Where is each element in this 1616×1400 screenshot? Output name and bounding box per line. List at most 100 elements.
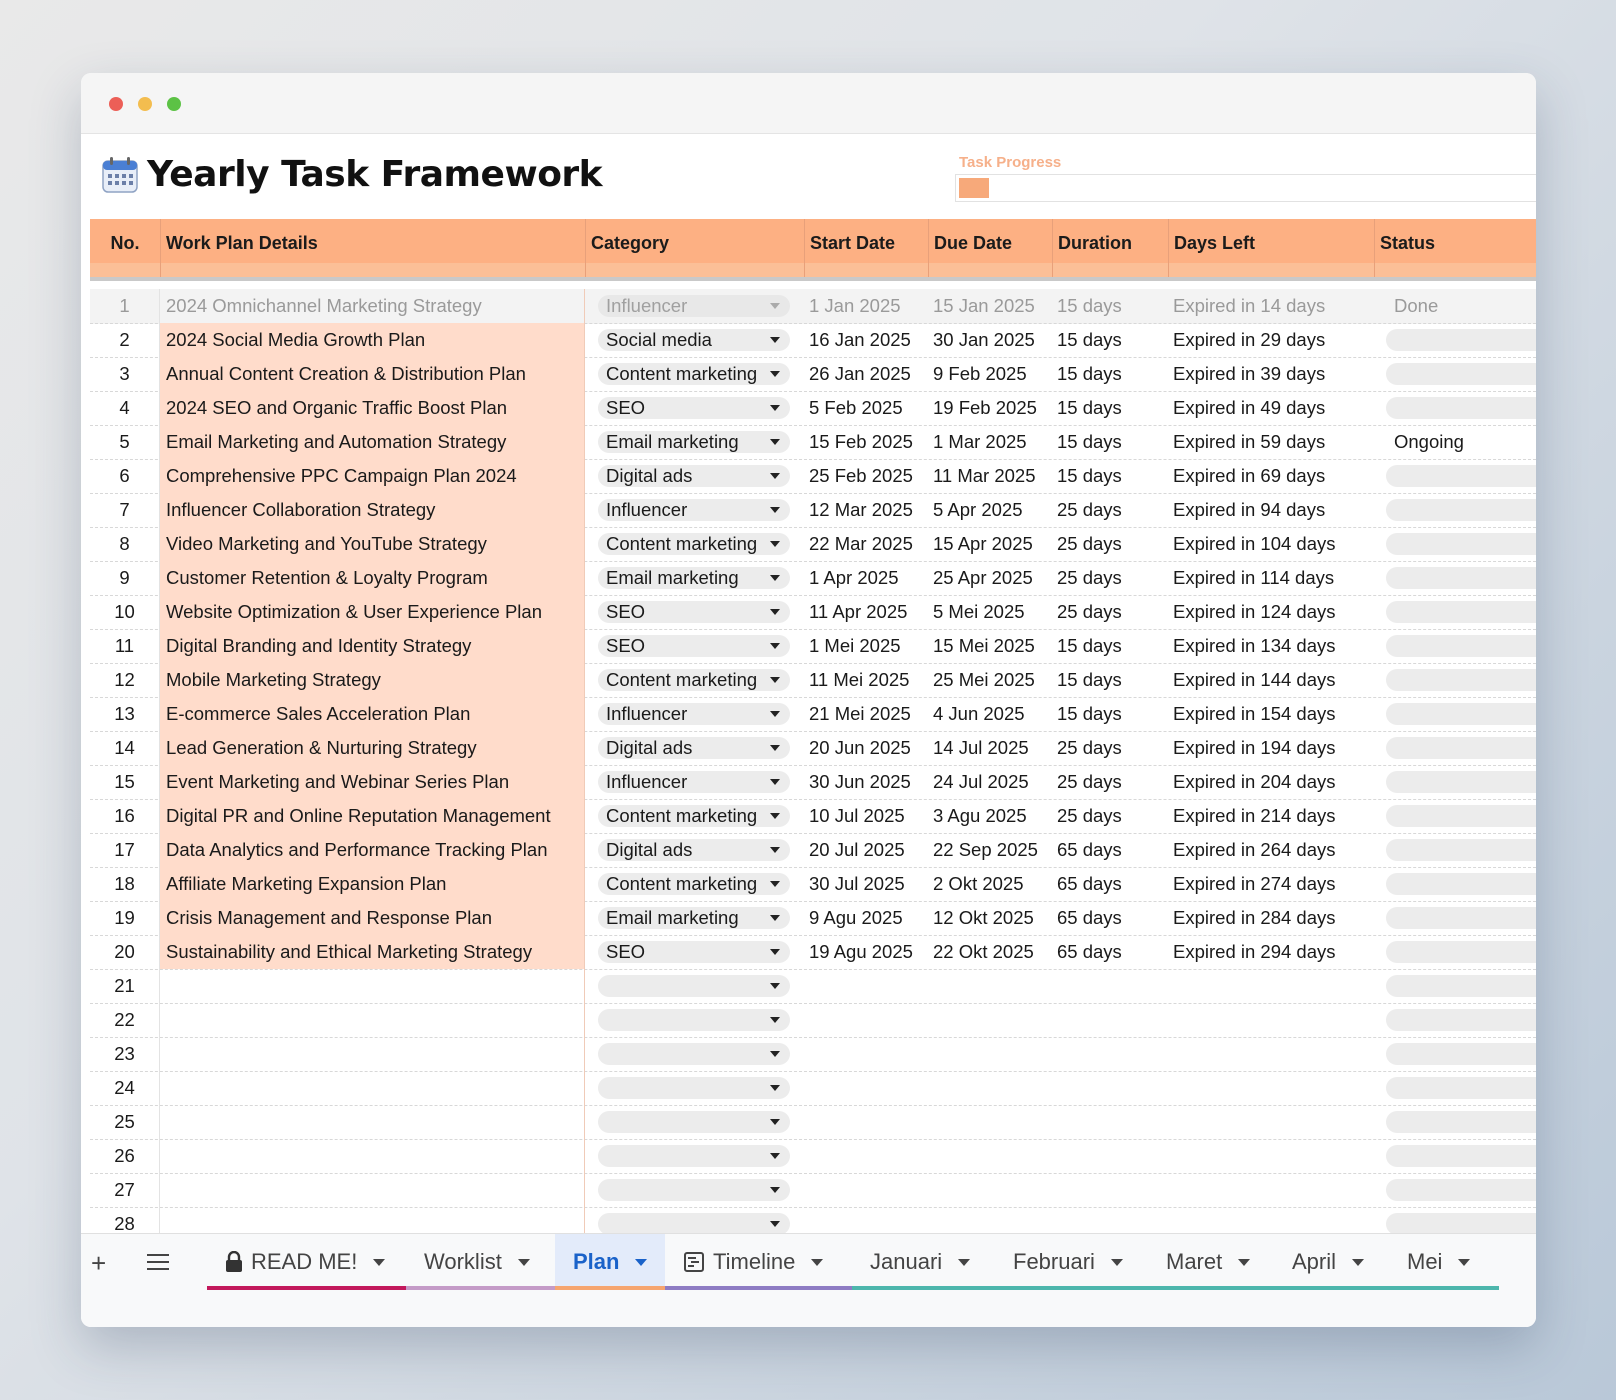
category-cell[interactable]: SEO: [598, 629, 790, 663]
status-cell[interactable]: [1386, 357, 1536, 391]
status-cell[interactable]: Done: [1386, 289, 1536, 323]
due-date-cell[interactable]: 19 Feb 2025: [933, 391, 1057, 425]
status-cell[interactable]: [1386, 1037, 1536, 1071]
start-date-cell[interactable]: [809, 1037, 933, 1071]
category-cell[interactable]: Digital ads: [598, 731, 790, 765]
category-cell[interactable]: Content marketing: [598, 357, 790, 391]
category-dropdown[interactable]: SEO: [598, 601, 790, 623]
start-date-cell[interactable]: 30 Jul 2025: [809, 867, 933, 901]
due-date-cell[interactable]: 15 Apr 2025: [933, 527, 1057, 561]
close-window-button[interactable]: [109, 97, 123, 111]
status-cell[interactable]: [1386, 323, 1536, 357]
category-cell[interactable]: Content marketing: [598, 663, 790, 697]
status-cell[interactable]: [1386, 731, 1536, 765]
status-dropdown[interactable]: [1386, 1179, 1536, 1201]
status-dropdown[interactable]: [1386, 1145, 1536, 1167]
sheet-tab-maret[interactable]: Maret: [1148, 1234, 1274, 1290]
category-dropdown[interactable]: Email marketing: [598, 431, 790, 453]
category-dropdown[interactable]: Influencer: [598, 295, 790, 317]
category-dropdown[interactable]: [598, 975, 790, 997]
work-plan-cell[interactable]: Digital PR and Online Reputation Managem…: [160, 799, 585, 833]
status-cell[interactable]: [1386, 527, 1536, 561]
category-cell[interactable]: SEO: [598, 595, 790, 629]
status-dropdown[interactable]: [1386, 907, 1536, 929]
status-dropdown[interactable]: Done: [1386, 295, 1536, 317]
due-date-cell[interactable]: 14 Jul 2025: [933, 731, 1057, 765]
category-dropdown[interactable]: [598, 1145, 790, 1167]
category-dropdown[interactable]: Email marketing: [598, 907, 790, 929]
category-cell[interactable]: [598, 1207, 790, 1236]
start-date-cell[interactable]: 26 Jan 2025: [809, 357, 933, 391]
status-cell[interactable]: [1386, 1003, 1536, 1037]
status-cell[interactable]: [1386, 561, 1536, 595]
start-date-cell[interactable]: 11 Mei 2025: [809, 663, 933, 697]
status-dropdown[interactable]: [1386, 567, 1536, 589]
sheet-tab-plan[interactable]: Plan: [555, 1234, 665, 1290]
category-dropdown[interactable]: [598, 1111, 790, 1133]
status-cell[interactable]: [1386, 901, 1536, 935]
chevron-down-icon[interactable]: [1110, 1258, 1123, 1266]
start-date-cell[interactable]: 1 Apr 2025: [809, 561, 933, 595]
status-cell[interactable]: [1386, 799, 1536, 833]
category-dropdown[interactable]: [598, 1043, 790, 1065]
col-header-no[interactable]: No.: [90, 219, 160, 267]
category-cell[interactable]: Influencer: [598, 493, 790, 527]
col-header-start[interactable]: Start Date: [804, 219, 928, 267]
due-date-cell[interactable]: 1 Mar 2025: [933, 425, 1057, 459]
start-date-cell[interactable]: 1 Jan 2025: [809, 289, 933, 323]
due-date-cell[interactable]: 5 Apr 2025: [933, 493, 1057, 527]
chevron-down-icon[interactable]: [373, 1258, 386, 1266]
due-date-cell[interactable]: 11 Mar 2025: [933, 459, 1057, 493]
work-plan-cell[interactable]: 2024 Omnichannel Marketing Strategy: [160, 289, 585, 323]
due-date-cell[interactable]: 22 Sep 2025: [933, 833, 1057, 867]
sheet-tab-april[interactable]: April: [1274, 1234, 1389, 1290]
col-header-work[interactable]: Work Plan Details: [160, 219, 585, 267]
work-plan-cell[interactable]: 2024 Social Media Growth Plan: [160, 323, 585, 357]
category-cell[interactable]: [598, 969, 790, 1003]
due-date-cell[interactable]: [933, 1105, 1057, 1139]
category-cell[interactable]: Digital ads: [598, 833, 790, 867]
work-plan-cell[interactable]: Mobile Marketing Strategy: [160, 663, 585, 697]
category-cell[interactable]: Influencer: [598, 697, 790, 731]
category-cell[interactable]: Content marketing: [598, 527, 790, 561]
status-dropdown[interactable]: [1386, 975, 1536, 997]
category-dropdown[interactable]: [598, 1077, 790, 1099]
status-dropdown[interactable]: [1386, 839, 1536, 861]
category-dropdown[interactable]: [598, 1213, 790, 1235]
category-dropdown[interactable]: Content marketing: [598, 533, 790, 555]
category-dropdown[interactable]: Email marketing: [598, 567, 790, 589]
status-dropdown[interactable]: [1386, 363, 1536, 385]
status-dropdown[interactable]: [1386, 465, 1536, 487]
category-cell[interactable]: [598, 1037, 790, 1071]
category-dropdown[interactable]: SEO: [598, 635, 790, 657]
status-dropdown[interactable]: [1386, 601, 1536, 623]
sheet-tab-worklist[interactable]: Worklist: [406, 1234, 555, 1290]
work-plan-cell[interactable]: Customer Retention & Loyalty Program: [160, 561, 585, 595]
chevron-down-icon[interactable]: [958, 1258, 971, 1266]
work-plan-cell[interactable]: [160, 1173, 585, 1207]
status-dropdown[interactable]: Ongoing: [1386, 431, 1536, 453]
sheet-tab-mei[interactable]: Mei: [1389, 1234, 1499, 1290]
status-dropdown[interactable]: [1386, 397, 1536, 419]
work-plan-cell[interactable]: [160, 1071, 585, 1105]
category-cell[interactable]: Social media: [598, 323, 790, 357]
status-dropdown[interactable]: [1386, 533, 1536, 555]
category-dropdown[interactable]: Content marketing: [598, 363, 790, 385]
work-plan-cell[interactable]: E-commerce Sales Acceleration Plan: [160, 697, 585, 731]
due-date-cell[interactable]: [933, 1037, 1057, 1071]
due-date-cell[interactable]: 2 Okt 2025: [933, 867, 1057, 901]
status-dropdown[interactable]: [1386, 737, 1536, 759]
status-cell[interactable]: [1386, 663, 1536, 697]
category-cell[interactable]: Content marketing: [598, 799, 790, 833]
start-date-cell[interactable]: 16 Jan 2025: [809, 323, 933, 357]
category-dropdown[interactable]: Influencer: [598, 499, 790, 521]
chevron-down-icon[interactable]: [1352, 1258, 1365, 1266]
col-header-days-left[interactable]: Days Left: [1168, 219, 1374, 267]
status-dropdown[interactable]: [1386, 805, 1536, 827]
status-cell[interactable]: [1386, 1071, 1536, 1105]
status-cell[interactable]: Ongoing: [1386, 425, 1536, 459]
due-date-cell[interactable]: [933, 1071, 1057, 1105]
due-date-cell[interactable]: [933, 1003, 1057, 1037]
status-cell[interactable]: [1386, 1173, 1536, 1207]
start-date-cell[interactable]: 30 Jun 2025: [809, 765, 933, 799]
